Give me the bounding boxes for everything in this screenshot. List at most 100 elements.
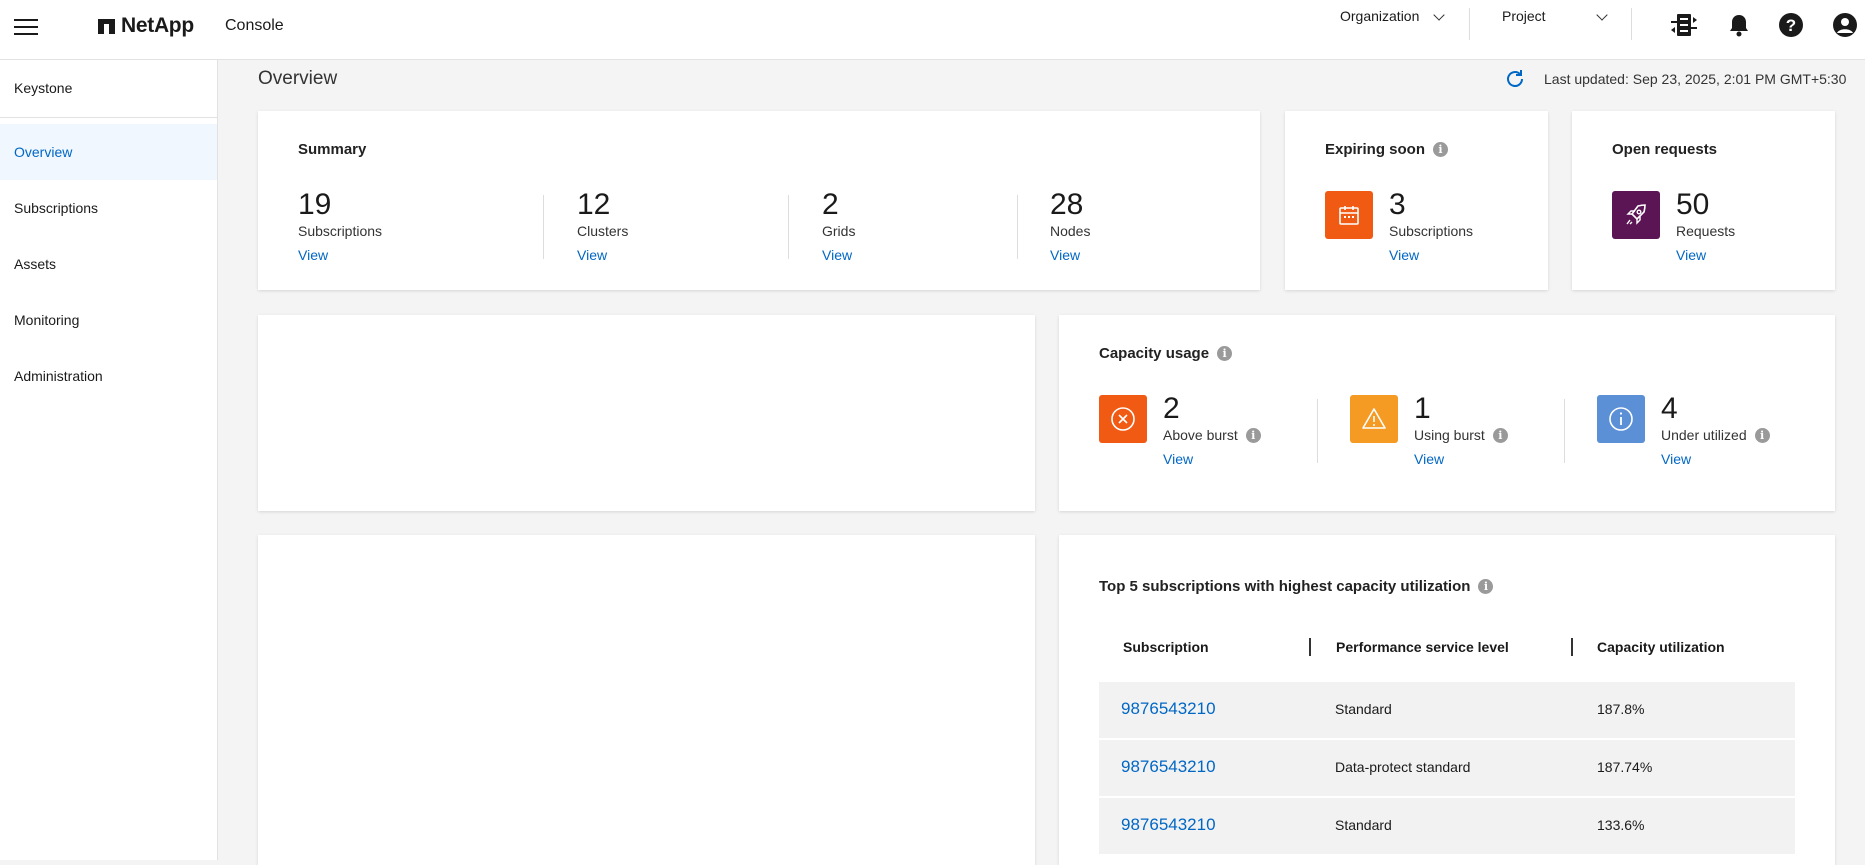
stat-value: 1	[1414, 392, 1431, 425]
divider	[788, 195, 789, 259]
expiring-soon-title: Expiring soon i	[1325, 141, 1449, 158]
table-row: 9876543210 Data-protect standard 187.74%	[1099, 740, 1795, 796]
sidebar-nav: Overview Subscriptions Assets Monitoring…	[0, 124, 217, 404]
sidebar: Keystone Overview Subscriptions Assets M…	[0, 60, 218, 860]
stat-value: 50	[1676, 188, 1710, 221]
expiring-soon-title-text: Expiring soon	[1325, 141, 1426, 158]
project-dropdown[interactable]: Project	[1502, 8, 1608, 24]
refresh-icon[interactable]	[1504, 68, 1526, 90]
organization-dropdown[interactable]: Organization	[1340, 8, 1446, 24]
view-above-burst-link[interactable]: View	[1163, 451, 1261, 467]
divider	[1017, 195, 1018, 259]
capacity-stat-under-utilized: 4 Under utilized i View	[1661, 393, 1770, 467]
app-name: Console	[225, 17, 284, 34]
user-icon[interactable]	[1831, 11, 1859, 39]
info-icon[interactable]: i	[1754, 427, 1770, 443]
stat-label: Subscriptions	[298, 223, 383, 239]
table-row: 9876543210 Standard 133.6%	[1099, 798, 1795, 854]
capacity-utilization-cell: 133.6%	[1597, 817, 1645, 833]
view-under-utilized-link[interactable]: View	[1661, 451, 1770, 467]
column-divider	[1571, 638, 1573, 656]
top-subscriptions-card: Top 5 subscriptions with highest capacit…	[1059, 535, 1835, 865]
summary-stat-clusters: 12 Clusters View	[577, 188, 629, 264]
view-nodes-link[interactable]: View	[1050, 247, 1090, 263]
view-clusters-link[interactable]: View	[577, 247, 628, 263]
subscription-link[interactable]: 9876543210	[1121, 815, 1216, 835]
empty-panel	[258, 315, 1035, 511]
svg-text:?: ?	[1786, 16, 1796, 35]
divider	[1469, 8, 1470, 40]
stat-label-text: Under utilized	[1661, 427, 1747, 443]
view-expiring-link[interactable]: View	[1389, 247, 1473, 263]
expiring-soon-card: Expiring soon i 3 Subscriptions View	[1285, 111, 1548, 290]
divider	[1317, 399, 1318, 463]
performance-level-cell: Standard	[1335, 701, 1392, 717]
hamburger-menu-icon[interactable]	[14, 16, 38, 36]
info-icon[interactable]: i	[1245, 427, 1261, 443]
capacity-stat-using-burst: 1 Using burst i View	[1414, 393, 1508, 467]
chevron-down-icon	[1433, 8, 1446, 21]
netapp-logo[interactable]: NetApp	[98, 14, 194, 38]
subscription-link[interactable]: 9876543210	[1121, 757, 1216, 777]
connector-icon[interactable]	[1670, 11, 1698, 39]
top-subscriptions-title: Top 5 subscriptions with highest capacit…	[1099, 578, 1494, 595]
summary-stat-subscriptions: 19 Subscriptions View	[298, 188, 383, 264]
stat-value: 28	[1050, 188, 1084, 221]
netapp-logo-mark-icon	[98, 18, 115, 34]
stat-value: 4	[1661, 392, 1678, 425]
info-icon[interactable]: i	[1478, 579, 1494, 594]
open-requests-stat: 50 Requests View	[1676, 188, 1735, 264]
column-divider	[1309, 638, 1311, 656]
view-subscriptions-link[interactable]: View	[298, 247, 382, 263]
sidebar-title: Keystone	[0, 60, 217, 118]
stat-value: 2	[822, 188, 839, 221]
empty-panel	[258, 535, 1035, 865]
divider	[1631, 8, 1632, 40]
capacity-utilization-cell: 187.8%	[1597, 701, 1645, 717]
info-icon[interactable]: i	[1433, 142, 1449, 157]
stat-label-text: Using burst	[1414, 427, 1485, 443]
view-requests-link[interactable]: View	[1676, 247, 1735, 263]
table-header: Subscription Performance service level C…	[1099, 629, 1795, 667]
summary-card: Summary 19 Subscriptions View 12 Cluster…	[258, 111, 1260, 290]
sidebar-item-assets[interactable]: Assets	[0, 236, 217, 292]
column-header-subscription[interactable]: Subscription	[1123, 639, 1209, 655]
stat-label-text: Above burst	[1163, 427, 1238, 443]
chevron-down-icon	[1595, 8, 1608, 21]
info-icon[interactable]: i	[1492, 427, 1508, 443]
stat-value: 19	[298, 188, 332, 221]
column-header-performance-level[interactable]: Performance service level	[1336, 639, 1509, 655]
stat-label: Grids	[822, 223, 856, 239]
warning-icon	[1350, 395, 1398, 443]
open-requests-card: Open requests 50 Requests View	[1572, 111, 1835, 290]
view-grids-link[interactable]: View	[822, 247, 855, 263]
capacity-usage-title: Capacity usage i	[1099, 345, 1233, 362]
info-icon[interactable]: i	[1217, 346, 1233, 361]
stat-label: Under utilized i	[1661, 427, 1770, 443]
table-row: 9876543210 Standard 187.8%	[1099, 682, 1795, 738]
circle-x-icon	[1099, 395, 1147, 443]
last-updated-text: Last updated: Sep 23, 2025, 2:01 PM GMT+…	[1544, 71, 1847, 87]
performance-level-cell: Standard	[1335, 817, 1392, 833]
summary-stat-grids: 2 Grids View	[822, 188, 856, 264]
page-title: Overview	[258, 68, 338, 89]
stat-label: Clusters	[577, 223, 629, 239]
divider	[1564, 399, 1565, 463]
summary-title: Summary	[298, 141, 367, 158]
sidebar-item-overview[interactable]: Overview	[0, 124, 217, 180]
stat-value: 3	[1389, 188, 1406, 221]
performance-level-cell: Data-protect standard	[1335, 759, 1471, 775]
stat-label: Nodes	[1050, 223, 1091, 239]
sidebar-item-monitoring[interactable]: Monitoring	[0, 292, 217, 348]
view-using-burst-link[interactable]: View	[1414, 451, 1508, 467]
bell-icon[interactable]	[1725, 11, 1753, 39]
help-icon[interactable]: ?	[1777, 11, 1805, 39]
sidebar-item-subscriptions[interactable]: Subscriptions	[0, 180, 217, 236]
sidebar-item-administration[interactable]: Administration	[0, 348, 217, 404]
open-requests-title: Open requests	[1612, 141, 1718, 158]
info-circle-icon	[1597, 395, 1645, 443]
capacity-usage-title-text: Capacity usage	[1099, 345, 1210, 362]
subscription-link[interactable]: 9876543210	[1121, 699, 1216, 719]
column-header-capacity-utilization[interactable]: Capacity utilization	[1597, 639, 1725, 655]
stat-value: 12	[577, 188, 611, 221]
